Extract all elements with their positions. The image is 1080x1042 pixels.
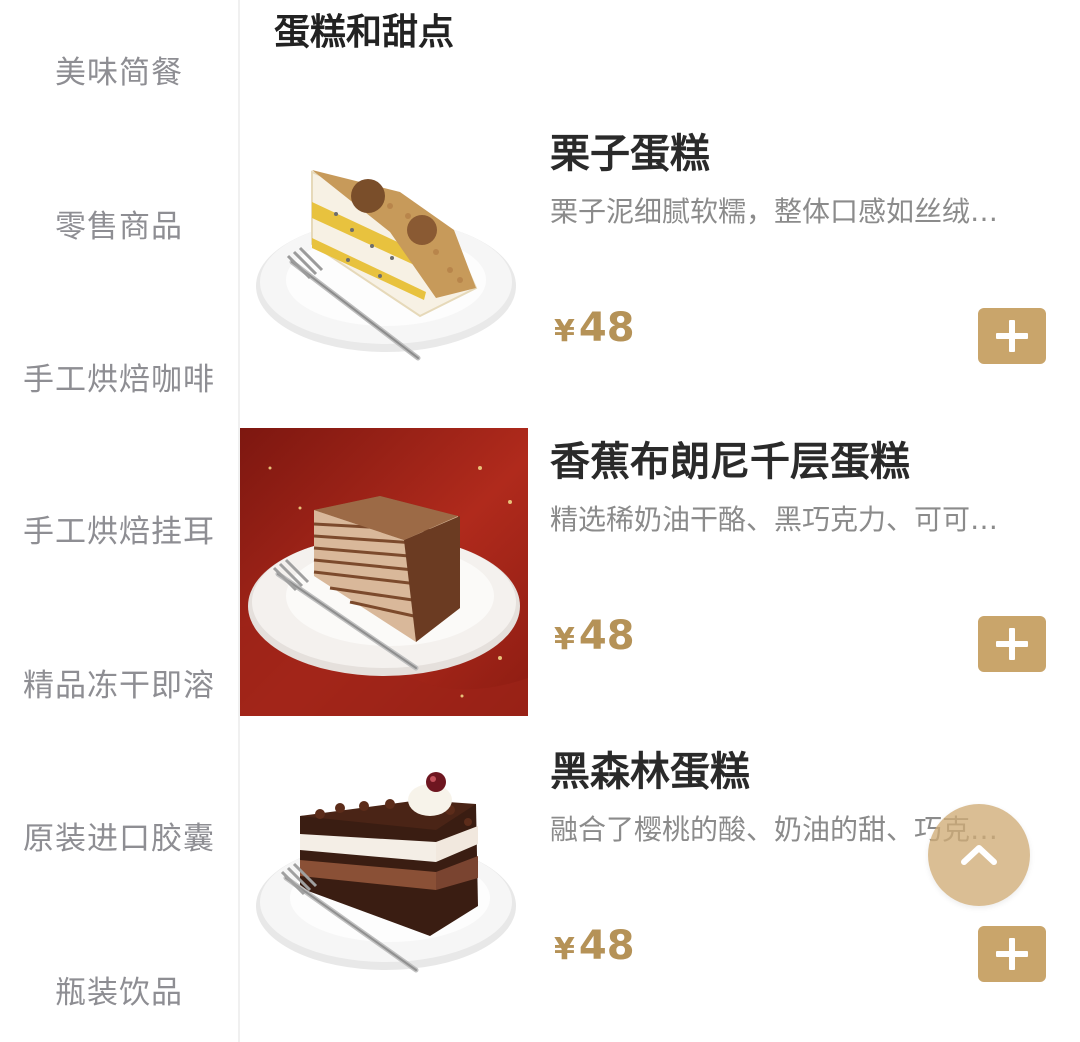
- product-price: ¥48: [554, 300, 635, 364]
- currency-symbol: ¥: [554, 932, 575, 967]
- product-card[interactable]: 栗子蛋糕 栗子泥细腻软糯，整体口感如丝绒… ¥48: [240, 120, 1080, 410]
- product-price: ¥48: [554, 918, 635, 982]
- price-value: 48: [578, 305, 635, 351]
- price-value: 48: [578, 613, 635, 659]
- add-to-cart-button[interactable]: [978, 616, 1046, 672]
- product-card[interactable]: 香蕉布朗尼千层蛋糕 精选稀奶油干酪、黑巧克力、可可… ¥48: [240, 428, 1080, 718]
- black-forest-cake-image: [240, 738, 528, 1026]
- currency-symbol: ¥: [554, 314, 575, 349]
- product-price: ¥48: [554, 608, 635, 672]
- sidebar-item-bottled-drinks[interactable]: 瓶装饮品: [0, 968, 238, 1018]
- chevron-up-icon: [961, 845, 997, 865]
- sidebar-item-retail[interactable]: 零售商品: [0, 202, 238, 252]
- plus-icon: [996, 628, 1028, 660]
- product-description: 精选稀奶油干酪、黑巧克力、可可…: [550, 503, 999, 536]
- category-sidebar: 美味简餐 零售商品 手工烘焙咖啡 手工烘焙挂耳 精品冻干即溶 原装进口胶囊 瓶装…: [0, 0, 240, 1042]
- plus-icon: [996, 938, 1028, 970]
- add-to-cart-button[interactable]: [978, 926, 1046, 982]
- product-description: 栗子泥细腻软糯，整体口感如丝绒…: [550, 195, 999, 228]
- banana-brownie-crepe-cake-image: [240, 428, 528, 716]
- sidebar-item-freeze-dried[interactable]: 精品冻干即溶: [0, 661, 238, 711]
- sidebar-item-roasted-coffee[interactable]: 手工烘焙咖啡: [0, 355, 238, 405]
- sidebar-item-drip-bags[interactable]: 手工烘焙挂耳: [0, 507, 238, 557]
- sidebar-item-capsules[interactable]: 原装进口胶囊: [0, 814, 238, 864]
- currency-symbol: ¥: [554, 622, 575, 657]
- sidebar-item-meals[interactable]: 美味简餐: [0, 48, 238, 98]
- product-name: 香蕉布朗尼千层蛋糕: [550, 439, 910, 485]
- product-name: 黑森林蛋糕: [550, 749, 750, 795]
- product-name: 栗子蛋糕: [550, 131, 710, 177]
- plus-icon: [996, 320, 1028, 352]
- add-to-cart-button[interactable]: [978, 308, 1046, 364]
- chestnut-cake-image: [240, 120, 528, 408]
- back-to-top-button[interactable]: [928, 804, 1030, 906]
- price-value: 48: [578, 923, 635, 969]
- section-title: 蛋糕和甜点: [274, 12, 455, 53]
